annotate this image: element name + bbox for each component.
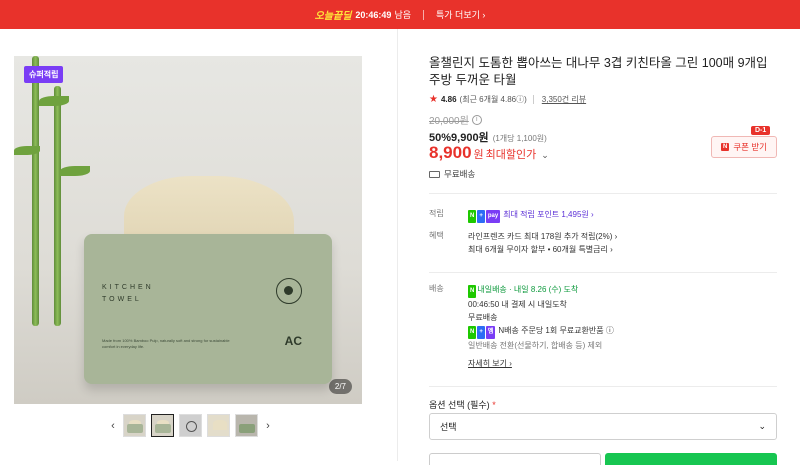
plus-icon: + bbox=[477, 326, 485, 339]
info-icon[interactable]: i bbox=[471, 114, 482, 125]
option-label: 옵션 선택 (필수) * bbox=[429, 398, 496, 411]
shipping-text: 무료배송 bbox=[444, 169, 476, 179]
chevron-down-icon: ⌄ bbox=[541, 150, 549, 160]
max-price-value: 8,900 bbox=[429, 143, 472, 162]
option-select[interactable]: 선택 ⌄ bbox=[429, 413, 777, 440]
naver-n-icon: N bbox=[721, 143, 730, 151]
bamboo-stalk bbox=[32, 56, 39, 326]
naver-delivery-icon: N bbox=[468, 285, 477, 298]
cutoff-text: 00:46:50 내 결제 시 내일도착 bbox=[468, 300, 567, 309]
bamboo-leaf bbox=[39, 96, 69, 106]
box-mark: AC bbox=[284, 334, 302, 348]
product-title: 올챌린지 도톰한 뽑아쓰는 대나무 3겹 키친타올 그린 100매 9개입 주방… bbox=[429, 56, 768, 87]
today-deal-badge: 오늘끝딜 bbox=[314, 11, 352, 22]
max-price-unit: 원 bbox=[473, 149, 484, 161]
deal-remain-label: 남음 bbox=[394, 10, 411, 20]
original-price: 20,000원 bbox=[429, 116, 469, 127]
deal-banner: 오늘끝딜 20:46:49 남음 특가 더보기 › bbox=[0, 0, 800, 29]
coupon-button[interactable]: N 쿠폰 받기 bbox=[711, 136, 777, 158]
deal-timer: 20:46:49 bbox=[355, 9, 392, 20]
installment-link[interactable]: 최대 6개월 무이자 할부 • 60개월 특별금리 › bbox=[468, 243, 773, 256]
rating-recent: (최근 6개월 4.86ⓘ) bbox=[459, 95, 527, 104]
rating-score: 4.86 bbox=[440, 95, 457, 104]
bamboo-stalk bbox=[54, 86, 61, 326]
point-label: 적립 bbox=[429, 209, 444, 218]
max-discount-price[interactable]: 8,900 원 최대할인가 ⌄ bbox=[429, 143, 549, 163]
truck-icon bbox=[429, 170, 440, 178]
thumb-next-arrow-icon[interactable]: › bbox=[263, 420, 273, 432]
exchange-text: N배송 주문당 1회 무료교환반품 ⓘ bbox=[498, 326, 614, 335]
section-divider bbox=[429, 272, 777, 273]
thumbnail-strip: ‹ › bbox=[108, 414, 273, 437]
star-icon: ★ bbox=[429, 94, 438, 105]
card-benefit-link[interactable]: 라인프렌즈 카드 최대 178원 추가 적립(2%) › bbox=[468, 230, 773, 243]
thumbnail[interactable] bbox=[123, 414, 146, 437]
original-price-row: 20,000원 i bbox=[429, 112, 482, 127]
delivery-detail-link[interactable]: 자세히 보기 › bbox=[468, 357, 773, 370]
section-divider bbox=[429, 193, 777, 194]
bamboo-leaf bbox=[14, 146, 40, 155]
thumbnail-selected[interactable] bbox=[151, 414, 174, 437]
kitchen-towel-box: KITCHEN TOWEL Made from 100% Bamboo Pulp… bbox=[84, 234, 332, 384]
panda-logo-icon bbox=[276, 278, 302, 304]
pay-icon: pay bbox=[485, 210, 501, 223]
benefit-label: 혜택 bbox=[429, 231, 444, 240]
box-fine-print: Made from 100% Bamboo Pulp, naturally so… bbox=[102, 338, 230, 349]
rating-row: ★ 4.86 (최근 6개월 4.86ⓘ) 3,350건 리뷰 bbox=[429, 94, 586, 105]
free-shipping-text: 무료배송 bbox=[468, 313, 498, 322]
naver-n-icon: N bbox=[468, 210, 477, 223]
thumbnail[interactable] bbox=[235, 414, 258, 437]
product-main-image[interactable]: KITCHEN TOWEL Made from 100% Bamboo Pulp… bbox=[14, 56, 362, 404]
naver-n-icon: N bbox=[468, 326, 477, 339]
coupon-label: 쿠폰 받기 bbox=[733, 142, 767, 152]
bamboo-leaf bbox=[60, 166, 90, 176]
membership-icon: 멤 bbox=[485, 326, 496, 339]
delivery-label: 배송 bbox=[429, 284, 444, 293]
box-text-line1: KITCHEN bbox=[102, 284, 154, 291]
box-text-line2: TOWEL bbox=[102, 296, 142, 303]
benefit-values: 라인프렌즈 카드 최대 178원 추가 적립(2%) › 최대 6개월 무이자 … bbox=[468, 230, 773, 256]
review-count-link[interactable]: 3,350건 리뷰 bbox=[542, 94, 586, 105]
thumbnail[interactable] bbox=[207, 414, 230, 437]
max-price-label: 최대할인가 bbox=[485, 149, 537, 161]
thumb-prev-arrow-icon[interactable]: ‹ bbox=[108, 420, 118, 432]
section-divider bbox=[429, 386, 777, 387]
required-mark: * bbox=[492, 400, 496, 410]
point-value[interactable]: N + pay 최대 적립 포인트 1,495원 › bbox=[468, 208, 773, 223]
option-label-text: 옵션 선택 (필수) bbox=[429, 400, 490, 410]
arrival-text: 내일배송 · 내일 8.26 (수) 도착 bbox=[477, 285, 579, 294]
banner-divider bbox=[423, 9, 424, 20]
chevron-down-icon: ⌄ bbox=[758, 421, 766, 431]
play-icon bbox=[186, 421, 197, 432]
image-counter: 2/7 bbox=[328, 379, 352, 394]
cart-button[interactable] bbox=[429, 453, 601, 465]
super-point-badge: 슈퍼적립 bbox=[24, 66, 64, 83]
column-divider bbox=[397, 29, 398, 461]
coupon-dday-badge: D-1 bbox=[751, 126, 771, 135]
option-select-value: 선택 bbox=[440, 422, 457, 432]
more-deals-link[interactable]: 특가 더보기 › bbox=[436, 8, 485, 21]
thumbnail-video[interactable] bbox=[179, 414, 202, 437]
shipping-row: 무료배송 bbox=[429, 168, 475, 180]
except-text: 일반배송 전환(선물하기, 합배송 등) 제외 bbox=[468, 341, 603, 350]
plus-icon: + bbox=[477, 210, 485, 223]
buy-button[interactable] bbox=[605, 453, 777, 465]
rating-divider bbox=[532, 95, 534, 104]
box-brand-text: KITCHEN TOWEL bbox=[102, 282, 154, 306]
delivery-values: N 내일배송 · 내일 8.26 (수) 도착 00:46:50 내 결제 시 내… bbox=[468, 283, 773, 370]
